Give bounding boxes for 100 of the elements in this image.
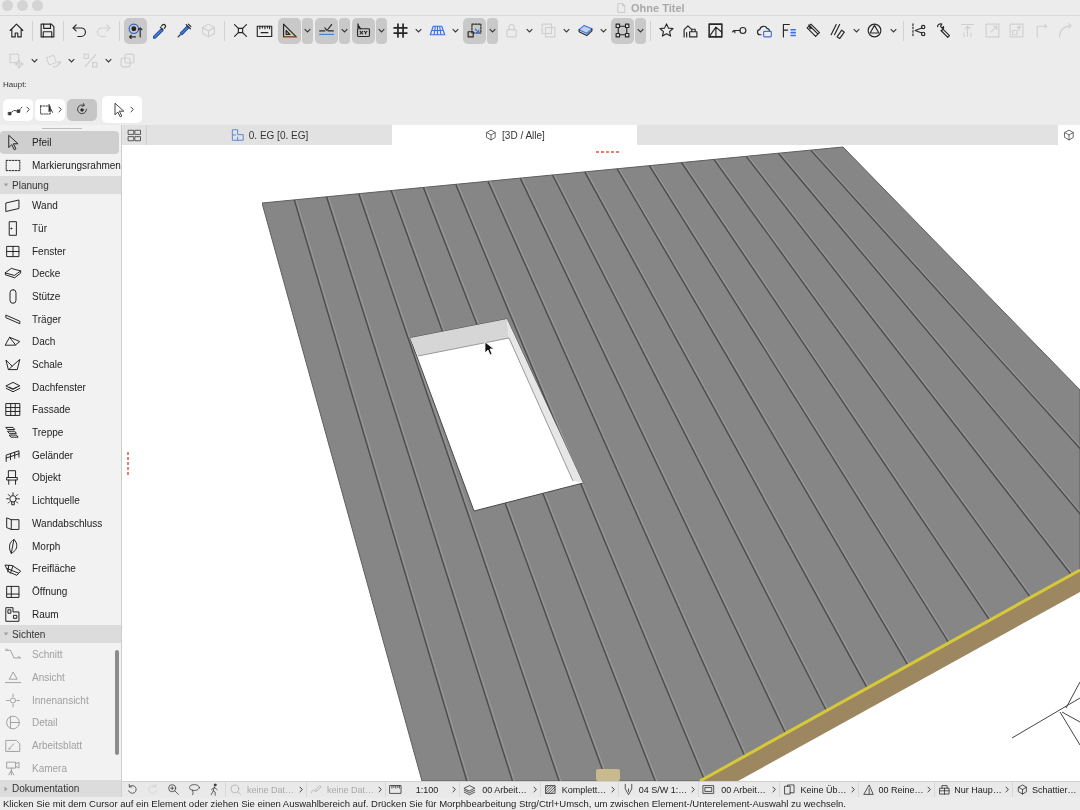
tool-item[interactable]: Stütze — [0, 285, 119, 308]
chevron-icon — [452, 786, 456, 793]
option-button[interactable] — [67, 98, 97, 121]
tool-item[interactable]: Decke — [0, 262, 119, 286]
node-frame-button[interactable] — [610, 17, 634, 44]
handle-icon — [596, 769, 620, 781]
tool-item[interactable]: Schale — [0, 353, 119, 376]
marquee-pointer-icon — [38, 101, 56, 118]
frame-icon — [702, 783, 715, 796]
cube-icon — [484, 128, 499, 142]
room-plan-icon — [4, 605, 22, 623]
layers-icon — [463, 783, 476, 796]
caret-icon — [452, 28, 460, 33]
caret-icon — [105, 57, 113, 63]
caret-icon — [563, 28, 571, 33]
tool-item[interactable]: Treppe — [0, 421, 119, 444]
disclosure-triangle-icon — [3, 785, 9, 792]
panel-button[interactable] — [1058, 125, 1080, 145]
tool-item[interactable]: Wandabschluss — [0, 512, 119, 535]
group-header[interactable]: Sichten — [0, 625, 121, 644]
grid-facade-icon — [4, 401, 22, 419]
tool-item[interactable]: Objekt — [0, 466, 119, 490]
tool-item[interactable]: Pfeil — [0, 131, 119, 154]
caret-icon — [637, 28, 645, 33]
caret-icon — [31, 57, 39, 63]
caret-icon — [852, 28, 860, 33]
option-button[interactable] — [35, 98, 65, 121]
chevron-icon — [58, 106, 62, 113]
disclosure-triangle-icon — [3, 182, 9, 189]
chevron-icon — [772, 786, 776, 793]
floor-plan-icon — [230, 128, 245, 142]
tool-item[interactable]: Dachfenster — [0, 375, 119, 399]
tool-item[interactable]: Freifläche — [0, 557, 119, 581]
tool-item[interactable]: Dach — [0, 330, 119, 354]
caret-icon — [378, 28, 386, 33]
caret-icon — [489, 28, 497, 33]
tool-item[interactable]: Fenster — [0, 239, 119, 263]
chevron-icon — [611, 786, 615, 793]
dropdown-button[interactable] — [376, 17, 388, 44]
chevron-icon — [533, 786, 537, 793]
caret-icon — [526, 28, 534, 33]
scrollbar[interactable] — [115, 650, 119, 755]
chevron-icon — [26, 106, 30, 113]
cube-icon — [1062, 128, 1076, 142]
magnifier-icon — [229, 783, 242, 796]
option-button[interactable] — [3, 98, 33, 121]
dropdown-button[interactable] — [302, 17, 314, 44]
window-title: Ohne Titel — [631, 1, 685, 14]
chevron-icon — [851, 786, 855, 793]
chevron-icon — [130, 106, 134, 113]
tool-item[interactable]: Geländer — [0, 443, 119, 467]
dropdown-button[interactable] — [339, 17, 351, 44]
caret-icon — [341, 28, 349, 33]
triangle-ruler-icon — [862, 783, 875, 796]
documents-icon — [783, 783, 796, 796]
dashed-marker-icon — [126, 452, 130, 476]
snap-line-button[interactable] — [314, 17, 338, 44]
group-header[interactable]: Planung — [0, 176, 121, 195]
caret-icon — [68, 57, 76, 63]
disclosure-triangle-icon — [3, 631, 9, 638]
tool-item[interactable]: Morph — [0, 534, 119, 558]
xy-box-button[interactable] — [351, 17, 375, 44]
caret-icon — [600, 28, 608, 33]
dropdown-button[interactable] — [487, 17, 499, 44]
pencil-curve-icon — [310, 783, 323, 796]
caret-icon — [415, 28, 423, 33]
tool-item[interactable]: Träger — [0, 307, 119, 331]
dropdown-button[interactable] — [635, 17, 647, 44]
caret-icon — [889, 28, 897, 33]
detail-circle-icon — [4, 714, 22, 732]
worksheet-icon — [4, 737, 22, 755]
building-section-icon — [938, 783, 951, 796]
tool-item[interactable]: Markierungsrahmen — [0, 153, 119, 177]
interior-marker-icon — [4, 691, 22, 709]
chevron-icon — [378, 786, 382, 793]
resize-frame-button[interactable] — [462, 17, 486, 44]
target-arrow-button[interactable] — [123, 17, 147, 44]
camera-icon — [4, 759, 22, 777]
set-square-button[interactable] — [277, 17, 301, 44]
wall-end-icon — [4, 514, 22, 532]
option-button[interactable] — [102, 96, 142, 123]
tool-item[interactable]: Wand — [0, 194, 119, 218]
info-box-label: Haupt: — [3, 80, 27, 90]
group-header[interactable]: Dokumentation — [0, 779, 121, 797]
dashed-marker-icon — [596, 150, 620, 154]
tool-item[interactable]: Raum — [0, 602, 119, 626]
chevron-icon — [1005, 786, 1009, 793]
pen-nib-icon — [622, 783, 635, 796]
document-icon — [616, 1, 627, 14]
tool-item[interactable]: Öffnung — [0, 580, 119, 603]
tool-item[interactable]: Tür — [0, 217, 119, 240]
chevron-icon — [691, 786, 695, 793]
ruler-bar-icon — [389, 783, 402, 796]
hatch-icon — [544, 783, 557, 796]
wall-panel-icon — [4, 197, 22, 215]
tool-item[interactable]: Lichtquelle — [0, 489, 119, 512]
view-tab[interactable]: [3D / Alle] — [392, 125, 637, 145]
caret-icon — [304, 28, 312, 33]
cube-icon — [1016, 783, 1029, 796]
tool-item[interactable]: Fassade — [0, 398, 119, 422]
